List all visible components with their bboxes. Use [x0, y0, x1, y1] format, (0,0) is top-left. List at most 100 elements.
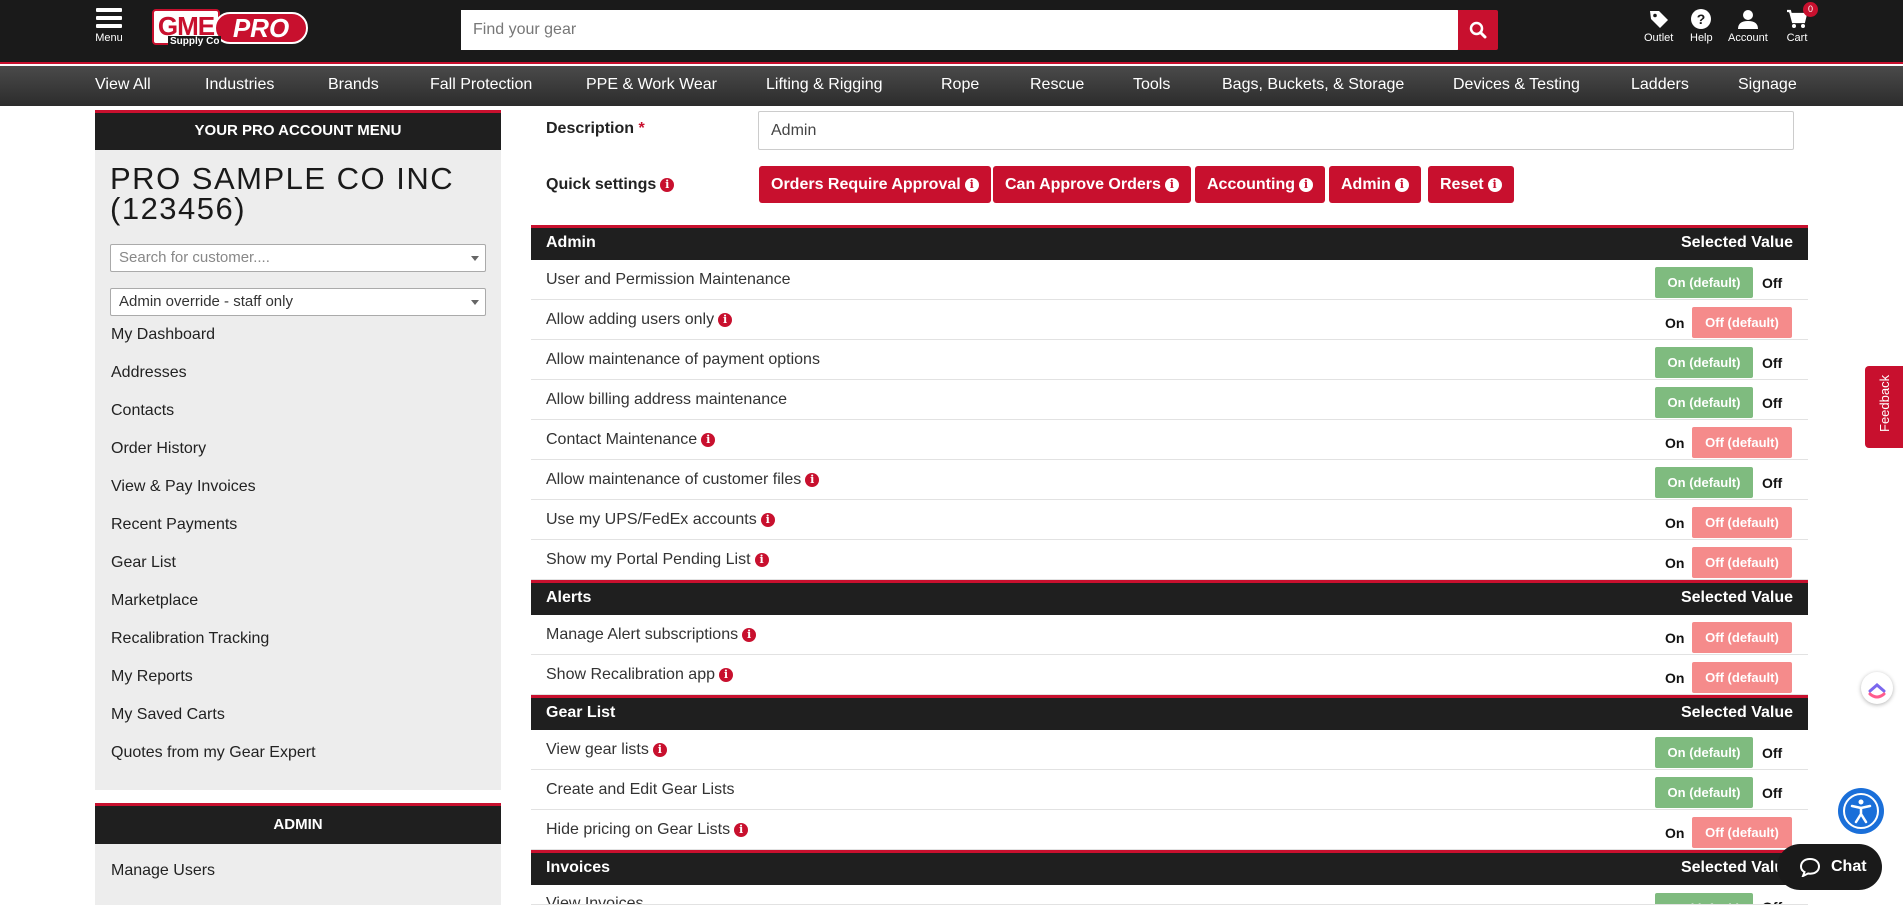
setting-label: Contact Maintenance i	[546, 431, 716, 449]
info-icon[interactable]: i	[652, 743, 667, 757]
description-input[interactable]	[758, 111, 1794, 150]
chat-label: Chat	[1831, 858, 1867, 875]
info-icon[interactable]: i	[754, 553, 769, 567]
toggle-off[interactable]: Off	[1762, 395, 1782, 411]
toggle-off-default[interactable]: Off (default)	[1692, 307, 1792, 338]
sidebar-item-contacts[interactable]: Contacts	[111, 402, 174, 420]
sidebar-item-addresses[interactable]: Addresses	[111, 364, 187, 382]
admin-override-select[interactable]: Admin override - staff only	[110, 288, 486, 316]
toggle-off[interactable]: Off	[1762, 275, 1782, 291]
toggle-on[interactable]: On	[1665, 670, 1684, 686]
sidebar-item-my-reports[interactable]: My Reports	[111, 668, 193, 686]
quick-can-approve-orders-button[interactable]: Can Approve Orders i	[993, 166, 1191, 203]
setting-row: View gear lists i On (default) Off	[531, 730, 1808, 770]
info-icon[interactable]: i	[718, 313, 733, 327]
toggle-off-default[interactable]: Off (default)	[1692, 507, 1792, 538]
setting-label: Use my UPS/FedEx accounts i	[546, 511, 775, 529]
accessibility-button[interactable]	[1838, 788, 1884, 834]
info-icon[interactable]: i	[701, 433, 716, 447]
section-title: Gear List	[546, 704, 616, 721]
clickup-icon[interactable]	[1861, 672, 1893, 704]
cart-count-badge: 0	[1803, 2, 1818, 17]
account-sidebar: YOUR PRO ACCOUNT MENU PRO SAMPLE CO INC …	[95, 110, 501, 790]
sidebar-item-marketplace[interactable]: Marketplace	[111, 592, 198, 610]
toggle-on[interactable]: On	[1665, 515, 1684, 531]
chat-button[interactable]: Chat	[1777, 844, 1882, 890]
toggle-on[interactable]: On	[1665, 315, 1684, 331]
toggle-on-default[interactable]: On (default)	[1655, 267, 1753, 298]
toggle-on-default[interactable]: On (default)	[1655, 893, 1753, 904]
menu-button[interactable]: Menu	[94, 8, 124, 44]
toggle-on[interactable]: On	[1665, 825, 1684, 841]
customer-search-select[interactable]: Search for customer....	[110, 244, 486, 272]
qbtn-label: Admin	[1341, 176, 1391, 193]
nav-lifting-rigging[interactable]: Lifting & Rigging	[766, 76, 883, 94]
toggle-on[interactable]: On	[1665, 435, 1684, 451]
quick-settings-text: Quick settings	[546, 176, 657, 193]
info-icon[interactable]: i	[805, 473, 820, 487]
setting-label: Hide pricing on Gear Lists i	[546, 821, 749, 839]
nav-bags-buckets-storage[interactable]: Bags, Buckets, & Storage	[1222, 76, 1404, 94]
toggle-off-default[interactable]: Off (default)	[1692, 547, 1792, 578]
quick-accounting-button[interactable]: Accounting i	[1195, 166, 1325, 203]
nav-tools[interactable]: Tools	[1133, 76, 1170, 94]
quick-admin-button[interactable]: Admin i	[1329, 166, 1421, 203]
sidebar-item-recent-payments[interactable]: Recent Payments	[111, 516, 237, 534]
toggle-on-default[interactable]: On (default)	[1655, 387, 1753, 418]
toggle-on-default[interactable]: On (default)	[1655, 777, 1753, 808]
nav-rope[interactable]: Rope	[941, 76, 979, 94]
nav-signage[interactable]: Signage	[1738, 76, 1797, 94]
nav-rescue[interactable]: Rescue	[1030, 76, 1084, 94]
help-link[interactable]: ? Help	[1690, 8, 1713, 44]
sidebar-item-gear-list[interactable]: Gear List	[111, 554, 176, 572]
search-input[interactable]	[461, 10, 1401, 50]
info-icon[interactable]: i	[719, 668, 733, 682]
qbtn-label: Accounting	[1207, 176, 1295, 193]
info-icon[interactable]: i	[734, 823, 749, 837]
sidebar-item-recalibration-tracking[interactable]: Recalibration Tracking	[111, 630, 269, 648]
account-link[interactable]: Account	[1728, 8, 1768, 44]
sidebar-item-my-saved-carts[interactable]: My Saved Carts	[111, 706, 225, 724]
info-icon[interactable]: i	[760, 513, 775, 527]
toggle-off-default[interactable]: Off (default)	[1692, 662, 1792, 693]
nav-ladders[interactable]: Ladders	[1631, 76, 1689, 94]
sidebar-item-my-dashboard[interactable]: My Dashboard	[111, 326, 215, 344]
section-title: Admin	[546, 234, 596, 251]
setting-label: Manage Alert subscriptions i	[546, 626, 757, 644]
nav-devices-testing[interactable]: Devices & Testing	[1453, 76, 1580, 94]
sidebar-item-quotes-gear-expert[interactable]: Quotes from my Gear Expert	[111, 744, 316, 762]
search-button[interactable]	[1458, 10, 1498, 50]
site-logo[interactable]: GME PRO Supply Co	[152, 9, 310, 49]
toggle-on-default[interactable]: On (default)	[1655, 467, 1753, 498]
sidebar-item-view-pay-invoices[interactable]: View & Pay Invoices	[111, 478, 256, 496]
quick-orders-require-approval-button[interactable]: Orders Require Approval i	[759, 166, 991, 203]
info-icon[interactable]: i	[660, 178, 675, 192]
toggle-off[interactable]: Off	[1762, 745, 1782, 761]
toggle-off[interactable]: Off	[1762, 475, 1782, 491]
toggle-off[interactable]: Off	[1762, 355, 1782, 371]
setting-row: Create and Edit Gear Lists On (default) …	[531, 770, 1808, 810]
toggle-on[interactable]: On	[1665, 630, 1684, 646]
toggle-on[interactable]: On	[1665, 555, 1684, 571]
cart-link[interactable]: Cart 0	[1786, 2, 1818, 44]
nav-brands[interactable]: Brands	[328, 76, 379, 94]
feedback-tab[interactable]: Feedback	[1865, 366, 1903, 448]
nav-view-all[interactable]: View All	[95, 76, 151, 94]
sidebar-item-order-history[interactable]: Order History	[111, 440, 206, 458]
nav-industries[interactable]: Industries	[205, 76, 274, 94]
sidebar-item-manage-users[interactable]: Manage Users	[111, 862, 215, 880]
nav-fall-protection[interactable]: Fall Protection	[430, 76, 532, 94]
outlet-link[interactable]: Outlet	[1644, 8, 1673, 44]
toggle-off[interactable]: Off	[1762, 899, 1782, 904]
toggle-on-default[interactable]: On (default)	[1655, 737, 1753, 768]
nav-ppe-work-wear[interactable]: PPE & Work Wear	[586, 76, 717, 94]
quick-reset-button[interactable]: Reset i	[1428, 166, 1514, 203]
toggle-off-default[interactable]: Off (default)	[1692, 427, 1792, 458]
setting-row: User and Permission Maintenance On (defa…	[531, 260, 1808, 300]
setting-row: Contact Maintenance i On Off (default)	[531, 420, 1808, 460]
info-icon[interactable]: i	[742, 628, 757, 642]
toggle-off[interactable]: Off	[1762, 785, 1782, 801]
toggle-off-default[interactable]: Off (default)	[1692, 817, 1792, 848]
toggle-off-default[interactable]: Off (default)	[1692, 622, 1792, 653]
toggle-on-default[interactable]: On (default)	[1655, 347, 1753, 378]
